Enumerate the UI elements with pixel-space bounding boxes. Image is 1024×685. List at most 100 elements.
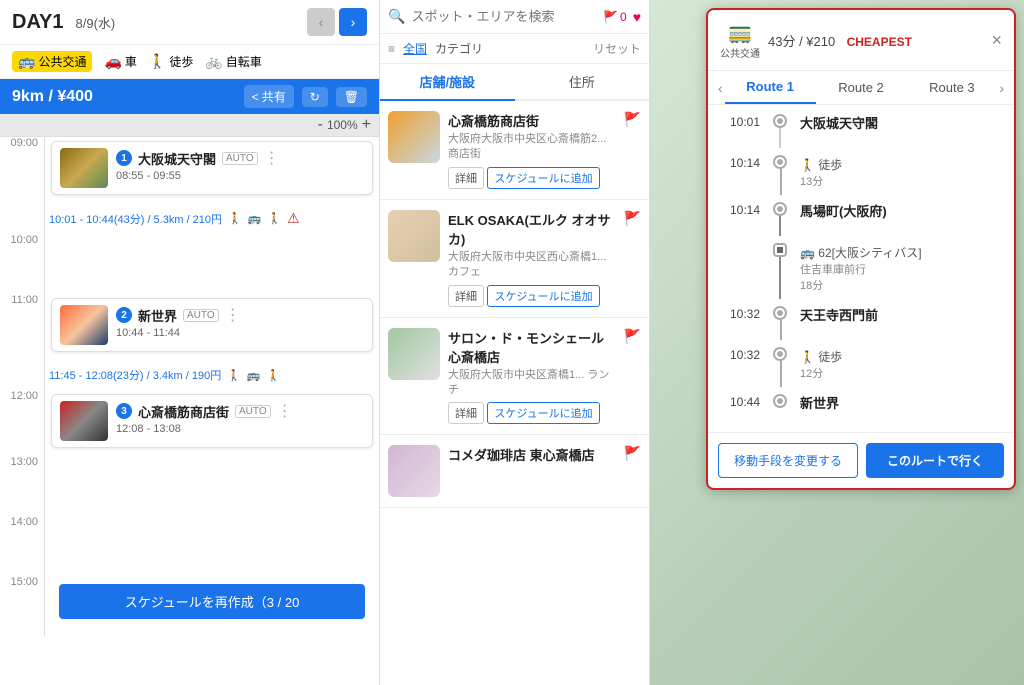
transit-content-1: 10:01 - 10:44(43分) / 5.3km / 210円 🚶 🚌 🚶 … xyxy=(45,203,379,234)
time-label-15: 15:00 xyxy=(0,576,45,636)
time-label-10: 10:00 xyxy=(0,234,45,294)
shinsekai-more-button[interactable]: ⋮ xyxy=(225,305,241,325)
step-line-col-walk1 xyxy=(770,154,790,197)
place-flag-4[interactable]: 🚩 xyxy=(624,445,641,462)
transit-bus-icon-1: 🚌 xyxy=(248,212,262,225)
walk-icon: 🚶 xyxy=(149,53,166,70)
step-sub-walk2: 12分 xyxy=(800,365,1002,381)
place-actions-2: 🚩 xyxy=(624,210,641,227)
detail-button-3[interactable]: 詳細 xyxy=(448,402,484,424)
transport-car-label: 車 xyxy=(125,53,137,70)
time-content-12: 3 心斎橋筋商店街 AUTO ⋮ 12:08 - 13:08 xyxy=(45,390,379,456)
osaka-thumb xyxy=(60,148,108,188)
shinsaibashi-more-button[interactable]: ⋮ xyxy=(277,401,293,421)
place-flag-3[interactable]: 🚩 xyxy=(624,328,641,345)
time-content-15: スケジュールを再作成（3 / 20 xyxy=(45,576,379,636)
step-line-walk1 xyxy=(780,169,782,195)
filter-bar: ≡ 全国 カテゴリ リセット xyxy=(380,34,649,64)
route-step-baba: 10:14 馬場町(大阪府) xyxy=(720,201,1002,238)
tab-address[interactable]: 住所 xyxy=(515,64,650,99)
step-detail-walk2: 🚶 徒歩 xyxy=(800,348,1002,365)
step-line-col-start xyxy=(770,113,790,150)
time-row-10: 10:00 xyxy=(0,234,379,294)
zoom-minus-button[interactable]: - xyxy=(318,116,323,134)
share-button[interactable]: < 共有 xyxy=(244,85,294,108)
right-panel: 🚃 公共交通 43分 / ¥210 CHEAPEST × ‹ Route 1 R… xyxy=(650,0,1024,685)
route-tab-next-button[interactable]: › xyxy=(997,74,1006,102)
add-button-3[interactable]: スケジュールに追加 xyxy=(487,402,599,424)
badge-auto-shinsekai: AUTO xyxy=(183,309,219,322)
time-content-14 xyxy=(45,516,379,576)
nav-arrows: ‹ › xyxy=(307,8,367,36)
prev-day-button[interactable]: ‹ xyxy=(307,8,335,36)
zoom-plus-button[interactable]: + xyxy=(362,116,371,134)
step-dot-walk2 xyxy=(775,349,785,359)
badge-auto-osaka: AUTO xyxy=(222,152,258,165)
next-day-button[interactable]: › xyxy=(339,8,367,36)
route-tab-prev-button[interactable]: ‹ xyxy=(716,74,725,102)
badge-shinsekai: 2 xyxy=(116,307,132,323)
transport-bike[interactable]: 🚲 自転車 xyxy=(205,53,261,70)
heart-icon[interactable]: ♥ xyxy=(633,9,641,25)
route-tab-2[interactable]: Route 2 xyxy=(816,72,907,103)
place-name-3: サロン・ド・モンシェール 心斎橋店 xyxy=(448,328,616,366)
add-button-1[interactable]: スケジュールに追加 xyxy=(487,167,599,189)
tab-shops[interactable]: 店舗/施設 xyxy=(380,64,515,101)
place-info-2: ELK OSAKA(エルク オオサカ) 大阪府大阪市中央区西心斎橋1... カフ… xyxy=(448,210,616,307)
step-dot-walk1 xyxy=(775,157,785,167)
transport-car[interactable]: 🚗 車 xyxy=(104,53,136,70)
transport-public-label: 公共交通 xyxy=(38,53,86,70)
schedule-item-shinsaibashi[interactable]: 3 心斎橋筋商店街 AUTO ⋮ 12:08 - 13:08 xyxy=(51,394,373,448)
shinsekai-name: 新世界 xyxy=(138,306,177,325)
time-label-13: 13:00 xyxy=(0,456,45,516)
delete-button[interactable]: 🗑 xyxy=(336,87,367,107)
schedule-info-shinsekai: 2 新世界 AUTO ⋮ 10:44 - 11:44 xyxy=(116,305,364,339)
reset-button[interactable]: リセット xyxy=(593,40,641,57)
place-flag-1[interactable]: 🚩 xyxy=(624,111,641,128)
filter-icon: ≡ xyxy=(388,42,395,56)
cheapest-badge: CHEAPEST xyxy=(847,35,912,49)
step-sub-walk1: 13分 xyxy=(800,173,1002,189)
place-name-4: コメダ珈琲店 東心斎橋店 xyxy=(448,445,616,464)
route-footer: 移動手段を変更する このルートで行く xyxy=(708,432,1014,488)
filter-category-button[interactable]: カテゴリ xyxy=(435,40,483,57)
transit-bus2-icon-1: 🚌 xyxy=(247,369,261,382)
step-time-shinsekai: 10:44 xyxy=(720,393,760,420)
transport-walk[interactable]: 🚶 徒歩 xyxy=(149,53,193,70)
transit-alert-1: ⚠ xyxy=(287,210,300,227)
schedule-item-shinsekai[interactable]: 2 新世界 AUTO ⋮ 10:44 - 11:44 xyxy=(51,298,373,352)
time-label-14: 14:00 xyxy=(0,516,45,576)
step-place-tennoji: 天王寺西門前 xyxy=(800,305,1002,324)
schedule-item-osaka[interactable]: 1 大阪城天守閣 AUTO ⋮ 08:55 - 09:55 xyxy=(51,141,373,195)
close-button[interactable]: × xyxy=(991,30,1002,51)
add-button-2[interactable]: スケジュールに追加 xyxy=(487,285,599,307)
list-item: コメダ珈琲店 東心斎橋店 🚩 xyxy=(380,435,649,508)
transit-row-2: 11:45 - 12:08(23分) / 3.4km / 190円 🚶 🚌 🚶 xyxy=(0,360,379,390)
change-transport-button[interactable]: 移動手段を変更する xyxy=(718,443,858,478)
place-thumb-1 xyxy=(388,111,440,163)
route-distance: 9km / ¥400 xyxy=(12,88,93,106)
transit-time-1 xyxy=(0,203,45,234)
transit-row-1: 10:01 - 10:44(43分) / 5.3km / 210円 🚶 🚌 🚶 … xyxy=(0,203,379,234)
list-item: サロン・ド・モンシェール 心斎橋店 大阪府大阪市中央区斎橋1... ランチ 詳細… xyxy=(380,318,649,436)
time-label-12: 12:00 xyxy=(0,390,45,456)
go-route-button[interactable]: このルートで行く xyxy=(866,443,1004,478)
transport-public[interactable]: 🚌 公共交通 xyxy=(12,51,92,72)
route-step-bus: 🚌 62[大阪シティバス] 住吉車庫前行 18分 xyxy=(720,242,1002,301)
route-tab-3[interactable]: Route 3 xyxy=(906,72,997,103)
step-time-tennoji: 10:32 xyxy=(720,305,760,342)
time-content-10 xyxy=(45,234,379,294)
time-row-15: 15:00 スケジュールを再作成（3 / 20 xyxy=(0,576,379,636)
detail-button-2[interactable]: 詳細 xyxy=(448,285,484,307)
reschedule-button[interactable]: スケジュールを再作成（3 / 20 xyxy=(59,584,365,619)
place-flag-2[interactable]: 🚩 xyxy=(624,210,641,227)
osaka-more-button[interactable]: ⋮ xyxy=(264,148,280,168)
search-input[interactable] xyxy=(411,9,597,24)
detail-button-1[interactable]: 詳細 xyxy=(448,167,484,189)
route-tab-1[interactable]: Route 1 xyxy=(725,71,816,104)
transit-time-2 xyxy=(0,360,45,390)
filter-all-button[interactable]: 全国 xyxy=(403,40,427,57)
sync-button[interactable]: ↻ xyxy=(302,87,328,107)
flag-icon: 🚩 xyxy=(603,10,618,24)
step-line-baba xyxy=(779,216,781,236)
